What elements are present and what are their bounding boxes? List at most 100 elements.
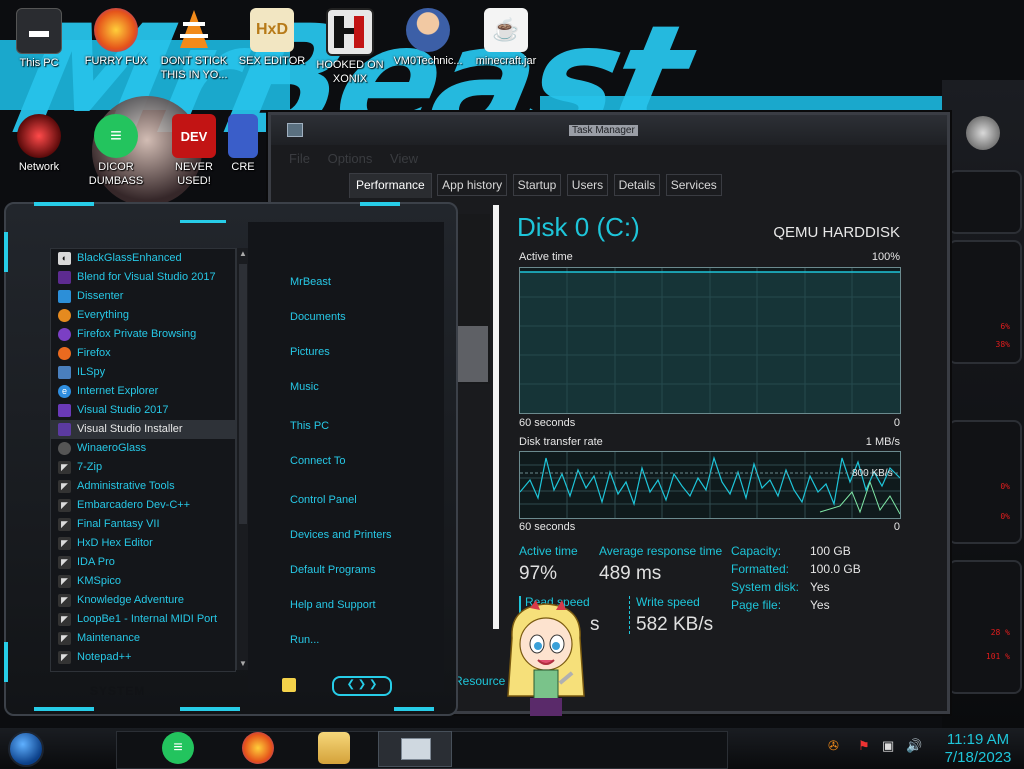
program-label: Visual Studio Installer [77, 423, 183, 435]
program-item[interactable]: Firefox Private Browsing [51, 325, 235, 344]
program-item[interactable]: ◐ BlackGlassEnhanced [51, 249, 235, 268]
program-folder[interactable]: ◤ IDA Pro [51, 553, 235, 572]
program-folder[interactable]: ◤ Knowledge Adventure [51, 591, 235, 610]
transfer-rate-graph [519, 451, 901, 519]
resource-monitor-link[interactable]: Resource [454, 674, 505, 688]
place-pictures[interactable]: Pictures [290, 346, 330, 358]
program-folder[interactable]: ◤ 7-Zip [51, 458, 235, 477]
file-explorer-icon[interactable] [318, 732, 350, 764]
place-user[interactable]: MrBeast [290, 276, 331, 288]
alien-readout: 101 % [985, 652, 1010, 661]
firefox-icon[interactable] [242, 732, 274, 764]
program-folder[interactable]: ◤ Administrative Tools [51, 477, 235, 496]
desktop-icon-this-pc[interactable]: ▬ This PC [3, 8, 75, 70]
program-folder[interactable]: ◤ HxD Hex Editor [51, 534, 235, 553]
scroll-thumb[interactable] [239, 264, 247, 524]
alien-gauge [948, 170, 1022, 234]
program-item[interactable]: WinaeroGlass [51, 439, 235, 458]
write-speed-label: Write speed [636, 595, 700, 609]
alien-readout: 0% [1000, 512, 1010, 521]
frame-accent [4, 642, 8, 682]
hxd-icon: HxD [250, 8, 294, 52]
program-label: Notepad++ [77, 651, 132, 663]
shutdown-arrows-icon[interactable]: ❮ ❯ ❯ [332, 676, 392, 696]
menu-view[interactable]: View [390, 151, 418, 166]
tab-details[interactable]: Details [613, 174, 661, 196]
tab-startup[interactable]: Startup [512, 174, 562, 196]
formatted-value: 100.0 GB [810, 562, 861, 576]
program-item-selected[interactable]: Visual Studio Installer [51, 420, 235, 439]
network-tray-icon[interactable]: ▣ [882, 738, 894, 754]
program-label: ILSpy [77, 366, 106, 378]
program-folder[interactable]: ◤ LoopBe1 - Internal MIDI Port [51, 610, 235, 629]
start-menu-program-list: ◐ BlackGlassEnhanced Blend for Visual Stu… [50, 248, 236, 672]
menu-options[interactable]: Options [328, 151, 373, 166]
capacity-label: Capacity: [731, 544, 782, 558]
program-item[interactable]: e Internet Explorer [51, 382, 235, 401]
desktop-icon-network[interactable]: Network [3, 114, 75, 174]
avg-response-label: Average response time [599, 544, 723, 558]
tab-users[interactable]: Users [566, 174, 609, 196]
program-item[interactable]: Dissenter [51, 287, 235, 306]
place-connect-to[interactable]: Connect To [290, 455, 345, 467]
clock-date[interactable]: 7/18/2023 [936, 749, 1020, 766]
desktop-icon-label: SEX EDITOR [238, 55, 306, 67]
frame-accent [180, 707, 240, 711]
alien-logo-icon [966, 116, 1000, 150]
desktop-icon-furry-fux[interactable]: FURRY FUX [80, 8, 152, 68]
program-item[interactable]: Everything [51, 306, 235, 325]
active-time-stat-label: Active time [519, 544, 578, 558]
app-icon: ◐ [58, 252, 71, 265]
menu-file[interactable]: File [289, 151, 310, 166]
active-time-fill [520, 272, 900, 413]
xonix-icon [326, 8, 374, 56]
program-folder[interactable]: ◤ Final Fantasy VII [51, 515, 235, 534]
start-orb-icon[interactable] [8, 731, 44, 767]
program-folder[interactable]: ◤ Notepad++ [51, 648, 235, 667]
desktop-icon-partial[interactable]: CRE [218, 114, 268, 174]
discord-icon[interactable]: ≡ [162, 732, 194, 764]
desktop-icon-label: DICOR DUMBASS [88, 161, 144, 187]
task-manager-titlebar[interactable]: Task Manager [271, 115, 947, 145]
graph2-label: Disk transfer rate [519, 436, 603, 448]
desktop-icon-minecraft[interactable]: ☕ minecraft.jar [470, 8, 542, 68]
graph1-label: Active time [519, 251, 573, 263]
program-item[interactable]: ILSpy [51, 363, 235, 382]
program-item[interactable]: Blend for Visual Studio 2017 [51, 268, 235, 287]
program-item[interactable]: Firefox [51, 344, 235, 363]
place-control-panel[interactable]: Control Panel [290, 494, 357, 506]
system-disk-label: System disk: [731, 580, 800, 594]
program-folder[interactable]: ◤ KMSpico [51, 572, 235, 591]
desktop-icon-discord[interactable]: ≡ DICOR DUMBASS [80, 114, 152, 188]
desktop-icon-xonix[interactable]: HOOKED ON XONIX [314, 8, 386, 86]
start-menu-places: MrBeast Documents Pictures Music This PC… [248, 222, 444, 692]
java-icon: ☕ [484, 8, 528, 52]
program-folder[interactable]: ◤ Maintenance [51, 629, 235, 648]
desktop-icon-vlc[interactable]: DONT STICK THIS IN YO... [158, 8, 230, 82]
partial-icon [228, 114, 258, 158]
desktop-icon-hxd[interactable]: HxD SEX EDITOR [236, 8, 308, 68]
place-run[interactable]: Run... [290, 634, 319, 646]
place-this-pc[interactable]: This PC [290, 420, 329, 432]
taskbar-active-task-manager[interactable] [378, 731, 452, 767]
volume-icon[interactable]: 🔊 [906, 738, 922, 754]
place-help-support[interactable]: Help and Support [290, 599, 376, 611]
desktop-icon-vm0[interactable]: VM0Technic... [392, 8, 464, 68]
shutdown-options-icon[interactable] [282, 678, 296, 692]
perf-scrollbar-thumb[interactable] [454, 326, 488, 382]
place-documents[interactable]: Documents [290, 311, 346, 323]
tab-performance[interactable]: Performance [349, 173, 432, 198]
program-label: Everything [77, 309, 129, 321]
program-label: Embarcadero Dev-C++ [77, 499, 191, 511]
place-devices-printers[interactable]: Devices and Printers [290, 529, 392, 541]
program-item[interactable]: Visual Studio 2017 [51, 401, 235, 420]
tray-app-icon[interactable]: ✇ [828, 738, 839, 754]
tab-app-history[interactable]: App history [437, 174, 508, 196]
program-folder[interactable]: ◤ Embarcadero Dev-C++ [51, 496, 235, 515]
tab-services[interactable]: Services [665, 174, 722, 196]
action-center-flag-icon[interactable]: ⚑ [858, 738, 870, 754]
place-music[interactable]: Music [290, 381, 319, 393]
this-pc-icon: ▬ [16, 8, 62, 54]
place-default-programs[interactable]: Default Programs [290, 564, 376, 576]
clock-time[interactable]: 11:19 AM [936, 731, 1020, 748]
